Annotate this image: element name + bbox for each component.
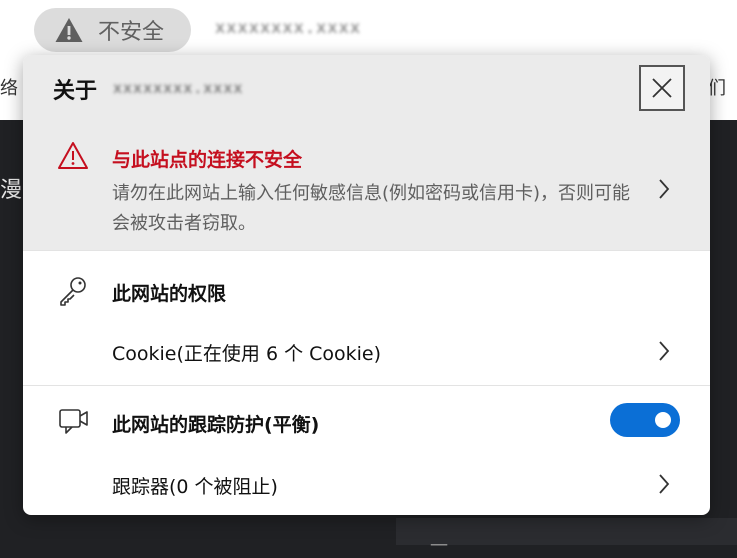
cookie-row-label[interactable]: Cookie(正在使用 6 个 Cookie) [112,339,381,366]
close-icon [652,78,672,98]
chevron-right-icon[interactable] [657,473,671,495]
warning-triangle-icon [58,142,88,169]
connection-warning-row[interactable]: 与此站点的连接不安全 请勿在此网站上输入任何敏感信息(例如密码或信用卡)，否则可… [23,123,710,250]
security-label: 不安全 [98,20,165,45]
divider [23,385,710,386]
site-security-chip[interactable]: 不安全 [34,8,191,52]
popup-header: 关于 xxxxxxxx.xxxx [23,55,710,123]
close-button[interactable] [639,65,685,111]
tracking-prevention-toggle[interactable] [610,403,680,437]
divider [23,250,710,251]
tracking-camera-icon [59,409,88,434]
background-text-fragment: 一 [430,536,448,557]
chevron-right-icon [659,179,670,199]
popup-title-site: xxxxxxxx.xxxx [113,79,244,97]
toggle-knob [655,412,671,428]
warning-triangle-icon [55,18,83,42]
popup-title-prefix: 关于 [53,79,98,104]
connection-warning-description: 请勿在此网站上输入任何敏感信息(例如密码或信用卡)，否则可能会被攻击者窃取。 [112,183,631,234]
site-info-popup: 关于 xxxxxxxx.xxxx 与此站点的连接不安全 请勿在此网站上输入任何敏… [23,55,710,515]
key-icon [60,277,86,306]
browser-toolbar: 不安全 xxxxxxxx.xxxx [0,0,737,60]
chevron-right-icon[interactable] [657,340,671,362]
address-url[interactable]: xxxxxxxx.xxxx [215,18,407,40]
trackers-row-label[interactable]: 跟踪器(0 个被阻止) [112,472,278,499]
connection-warning-title: 与此站点的连接不安全 [112,149,303,171]
tracking-title: 此网站的跟踪防护(平衡) [112,414,320,436]
background-text-fragment: 络 [0,78,18,99]
background-text-fragment: 们 [708,78,726,99]
background-text-fragment: 漫 [0,178,23,203]
permissions-title: 此网站的权限 [112,283,227,305]
